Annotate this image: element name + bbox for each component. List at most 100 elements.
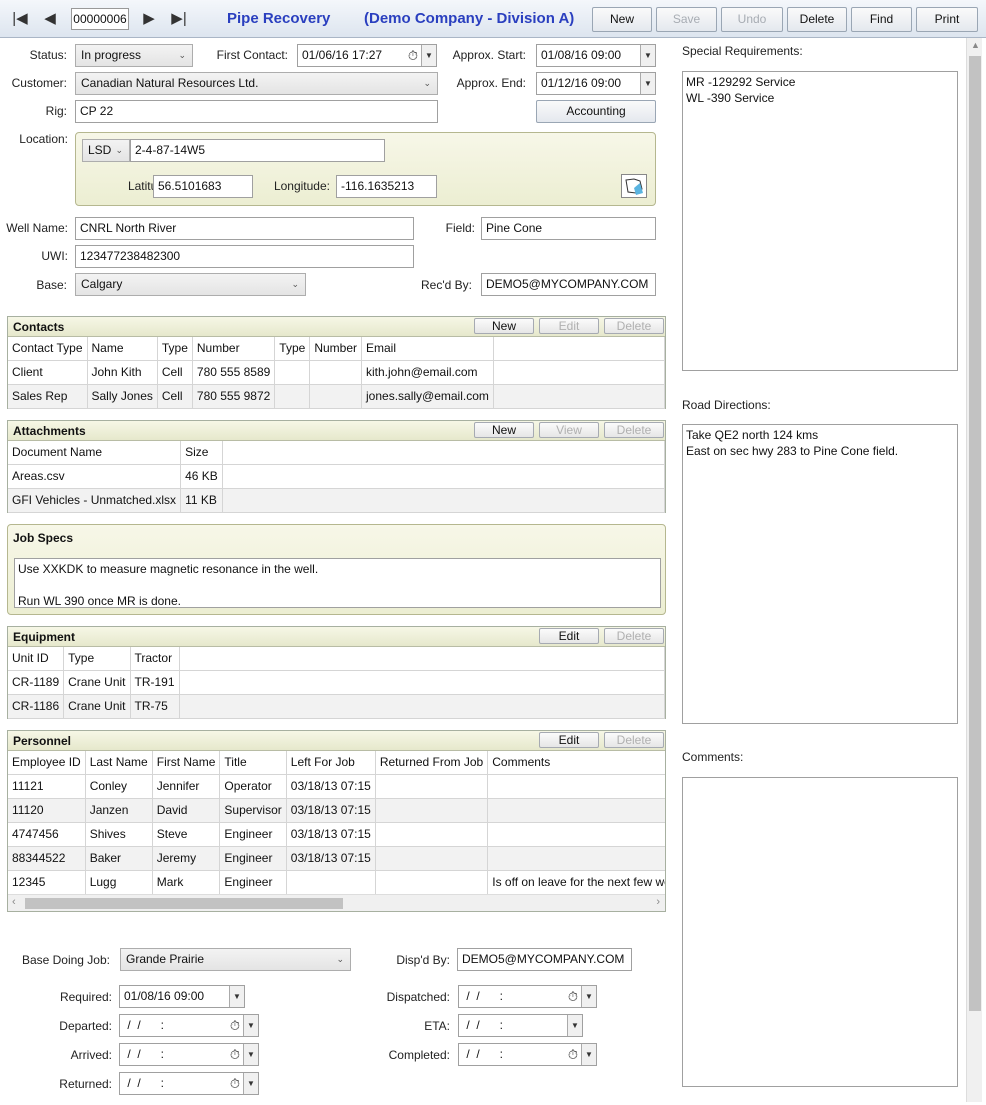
find-button[interactable]: Find (851, 7, 912, 32)
approx-start-field[interactable]: 01/08/16 09:00 ▼ (536, 44, 656, 67)
departed-field[interactable]: / / : ⏱ ▼ (119, 1014, 259, 1037)
last-record-icon[interactable]: ▶| (168, 9, 190, 29)
recd-by-input[interactable]: DEMO5@MYCOMPANY.COM (481, 273, 656, 296)
attachments-delete-button[interactable]: Delete (604, 422, 664, 438)
dispatched-field[interactable]: / / : ⏱ ▼ (458, 985, 597, 1008)
customer-select[interactable]: Canadian Natural Resources Ltd. ⌄ (75, 72, 438, 95)
base-doing-job-select[interactable]: Grande Prairie ⌄ (120, 948, 351, 971)
column-header[interactable]: Type (274, 337, 311, 361)
scroll-left-icon[interactable]: ‹ (12, 896, 16, 908)
location-type-select[interactable]: LSD ⌄ (82, 139, 130, 162)
column-header[interactable]: Unit ID (8, 647, 65, 671)
dropdown-arrow-icon[interactable]: ▼ (581, 1044, 596, 1065)
attachments-new-button[interactable]: New (474, 422, 534, 438)
column-header[interactable]: Title (219, 751, 287, 775)
returned-field[interactable]: / / : ⏱ ▼ (119, 1072, 259, 1095)
dropdown-arrow-icon[interactable]: ▼ (640, 73, 655, 94)
eta-field[interactable]: / / : ▼ (458, 1014, 583, 1037)
comments-textarea[interactable] (682, 777, 958, 1087)
personnel-edit-button[interactable]: Edit (539, 732, 599, 748)
equipment-edit-button[interactable]: Edit (539, 628, 599, 644)
clock-icon[interactable]: ⏱ (230, 1073, 240, 1094)
column-header[interactable]: Employee ID (8, 751, 86, 775)
location-input[interactable]: 2-4-87-14W5 (130, 139, 385, 162)
required-field[interactable]: 01/08/16 09:00 ▼ (119, 985, 245, 1008)
table-row[interactable]: 12345 Lugg Mark Engineer Is off on leave… (8, 870, 665, 895)
clock-icon[interactable]: ⏱ (568, 986, 578, 1007)
horizontal-scrollbar[interactable]: ‹ › (8, 894, 665, 911)
table-row[interactable]: CR-1186 Crane Unit TR-75 (8, 694, 666, 719)
clock-icon[interactable]: ⏱ (568, 1044, 578, 1065)
column-header[interactable]: Number (309, 337, 362, 361)
column-header[interactable]: Document Name (8, 441, 182, 465)
record-number-field[interactable]: 00000006 (71, 8, 129, 30)
dropdown-arrow-icon[interactable]: ▼ (567, 1015, 582, 1036)
road-directions-textarea[interactable]: Take QE2 north 124 kms East on sec hwy 2… (682, 424, 958, 724)
scrollbar-thumb[interactable] (969, 56, 981, 1011)
column-header[interactable]: Name (87, 337, 158, 361)
dropdown-arrow-icon[interactable]: ▼ (640, 45, 655, 66)
clock-icon[interactable]: ⏱ (230, 1044, 240, 1065)
status-select[interactable]: In progress ⌄ (75, 44, 193, 67)
personnel-delete-button[interactable]: Delete (604, 732, 664, 748)
scrollbar-thumb[interactable] (25, 898, 343, 909)
previous-record-icon[interactable]: ◀ (39, 9, 61, 29)
table-row[interactable]: 4747456 Shives Steve Engineer 03/18/13 0… (8, 822, 665, 847)
completed-field[interactable]: / / : ⏱ ▼ (458, 1043, 597, 1066)
column-header[interactable]: First Name (152, 751, 221, 775)
dropdown-arrow-icon[interactable]: ▼ (581, 986, 596, 1007)
dropdown-arrow-icon[interactable]: ▼ (229, 986, 244, 1007)
attachments-view-button[interactable]: View (539, 422, 599, 438)
table-row[interactable]: 88344522 Baker Jeremy Engineer 03/18/13 … (8, 846, 665, 871)
column-header[interactable]: Type (157, 337, 193, 361)
field-input[interactable]: Pine Cone (481, 217, 656, 240)
dropdown-arrow-icon[interactable]: ▼ (421, 45, 436, 66)
vertical-scrollbar[interactable]: ▲ (966, 38, 982, 1102)
table-row[interactable]: 11121 Conley Jennifer Operator 03/18/13 … (8, 774, 665, 799)
dropdown-arrow-icon[interactable]: ▼ (243, 1044, 258, 1065)
table-row[interactable]: GFI Vehicles - Unmatched.xlsx 11 KB (8, 488, 666, 513)
rig-input[interactable]: CP 22 (75, 100, 438, 123)
contacts-delete-button[interactable]: Delete (604, 318, 664, 334)
column-header[interactable]: Tractor (130, 647, 180, 671)
column-header[interactable]: Type (63, 647, 131, 671)
base-select[interactable]: Calgary ⌄ (75, 273, 306, 296)
scroll-up-icon[interactable]: ▲ (971, 40, 980, 50)
scroll-right-icon[interactable]: › (656, 896, 660, 908)
save-button[interactable]: Save (656, 7, 717, 32)
dropdown-arrow-icon[interactable]: ▼ (243, 1073, 258, 1094)
first-contact-field[interactable]: 01/06/16 17:27 ⏱ ▼ (297, 44, 437, 67)
table-row[interactable]: Areas.csv 46 KB (8, 464, 666, 489)
new-button[interactable]: New (592, 7, 652, 32)
contacts-new-button[interactable]: New (474, 318, 534, 334)
delete-button[interactable]: Delete (787, 7, 847, 32)
special-requirements-textarea[interactable]: MR -129292 Service WL -390 Service (682, 71, 958, 371)
column-header[interactable]: Email (361, 337, 494, 361)
first-record-icon[interactable]: |◀ (9, 9, 31, 29)
clock-icon[interactable]: ⏱ (230, 1015, 240, 1036)
table-row[interactable]: Client John Kith Cell 780 555 8589 kith.… (8, 360, 666, 385)
dispd-by-input[interactable]: DEMO5@MYCOMPANY.COM (457, 948, 632, 971)
column-header[interactable]: Size (180, 441, 223, 465)
column-header[interactable]: Left For Job (286, 751, 376, 775)
dropdown-arrow-icon[interactable]: ▼ (243, 1015, 258, 1036)
job-specs-textarea[interactable]: Use XXKDK to measure magnetic resonance … (14, 558, 661, 608)
equipment-delete-button[interactable]: Delete (604, 628, 664, 644)
table-row[interactable]: CR-1189 Crane Unit TR-191 (8, 670, 666, 695)
accounting-button[interactable]: Accounting (536, 100, 656, 123)
well-name-input[interactable]: CNRL North River (75, 217, 414, 240)
longitude-input[interactable]: -116.1635213 (336, 175, 437, 198)
print-button[interactable]: Print (916, 7, 978, 32)
arrived-field[interactable]: / / : ⏱ ▼ (119, 1043, 259, 1066)
map-icon[interactable] (621, 174, 647, 198)
column-header[interactable]: Returned From Job (375, 751, 489, 775)
latitude-input[interactable]: 56.5101683 (153, 175, 253, 198)
column-header[interactable]: Last Name (85, 751, 153, 775)
column-header[interactable]: Number (192, 337, 276, 361)
table-row[interactable]: 11120 Janzen David Supervisor 03/18/13 0… (8, 798, 665, 823)
approx-end-field[interactable]: 01/12/16 09:00 ▼ (536, 72, 656, 95)
column-header[interactable]: Contact Type (8, 337, 88, 361)
clock-icon[interactable]: ⏱ (408, 45, 418, 66)
uwi-input[interactable]: 123477238482300 (75, 245, 414, 268)
contacts-edit-button[interactable]: Edit (539, 318, 599, 334)
